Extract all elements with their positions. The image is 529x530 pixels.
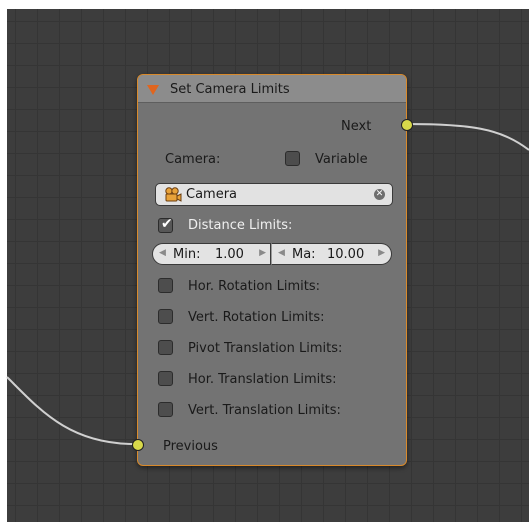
vert-rotation-limits-checkbox[interactable]: [158, 309, 173, 324]
node-header[interactable]: Set Camera Limits: [138, 75, 406, 103]
min-label: Min:: [173, 247, 201, 262]
max-value: 10.00: [327, 247, 365, 262]
distance-limits-label: Distance Limits:: [188, 218, 293, 233]
decrement-arrow-icon[interactable]: ◀: [159, 248, 166, 258]
pivot-translation-limits-label: Pivot Translation Limits:: [188, 341, 343, 356]
hor-translation-limits-checkbox[interactable]: [158, 371, 173, 386]
node-title: Set Camera Limits: [170, 82, 290, 97]
min-value: 1.00: [215, 247, 244, 262]
min-number-field[interactable]: ◀ Min: 1.00 ▶: [152, 243, 271, 265]
next-output-socket[interactable]: [401, 119, 413, 131]
camera-select-field[interactable]: Camera ✕: [155, 183, 393, 206]
increment-arrow-icon[interactable]: ▶: [259, 248, 266, 258]
max-label: Ma:: [292, 247, 316, 262]
previous-input-socket[interactable]: [132, 439, 144, 451]
vert-translation-limits-label: Vert. Translation Limits:: [188, 403, 341, 418]
next-output-label: Next: [341, 119, 372, 134]
camera-label: Camera:: [165, 152, 221, 167]
max-number-field[interactable]: ◀ Ma: 10.00 ▶: [271, 243, 392, 265]
camera-icon: [165, 187, 182, 202]
variable-label: Variable: [315, 152, 368, 167]
variable-checkbox[interactable]: [285, 151, 300, 166]
hor-translation-limits-label: Hor. Translation Limits:: [188, 372, 337, 387]
vert-rotation-limits-label: Vert. Rotation Limits:: [188, 310, 325, 325]
triangle-down-icon[interactable]: [147, 85, 159, 95]
vert-translation-limits-checkbox[interactable]: [158, 402, 173, 417]
distance-limits-checkbox[interactable]: ✔: [158, 216, 173, 233]
hor-rotation-limits-checkbox[interactable]: [158, 278, 173, 293]
previous-input-label: Previous: [163, 439, 218, 454]
increment-arrow-icon[interactable]: ▶: [378, 248, 385, 258]
check-icon: ✔: [161, 216, 173, 232]
clear-icon[interactable]: ✕: [374, 189, 385, 200]
camera-value: Camera: [186, 187, 238, 202]
hor-rotation-limits-label: Hor. Rotation Limits:: [188, 279, 321, 294]
pivot-translation-limits-checkbox[interactable]: [158, 340, 173, 355]
set-camera-limits-node[interactable]: Set Camera Limits Next Camera: Variable …: [132, 74, 413, 466]
decrement-arrow-icon[interactable]: ◀: [278, 248, 285, 258]
